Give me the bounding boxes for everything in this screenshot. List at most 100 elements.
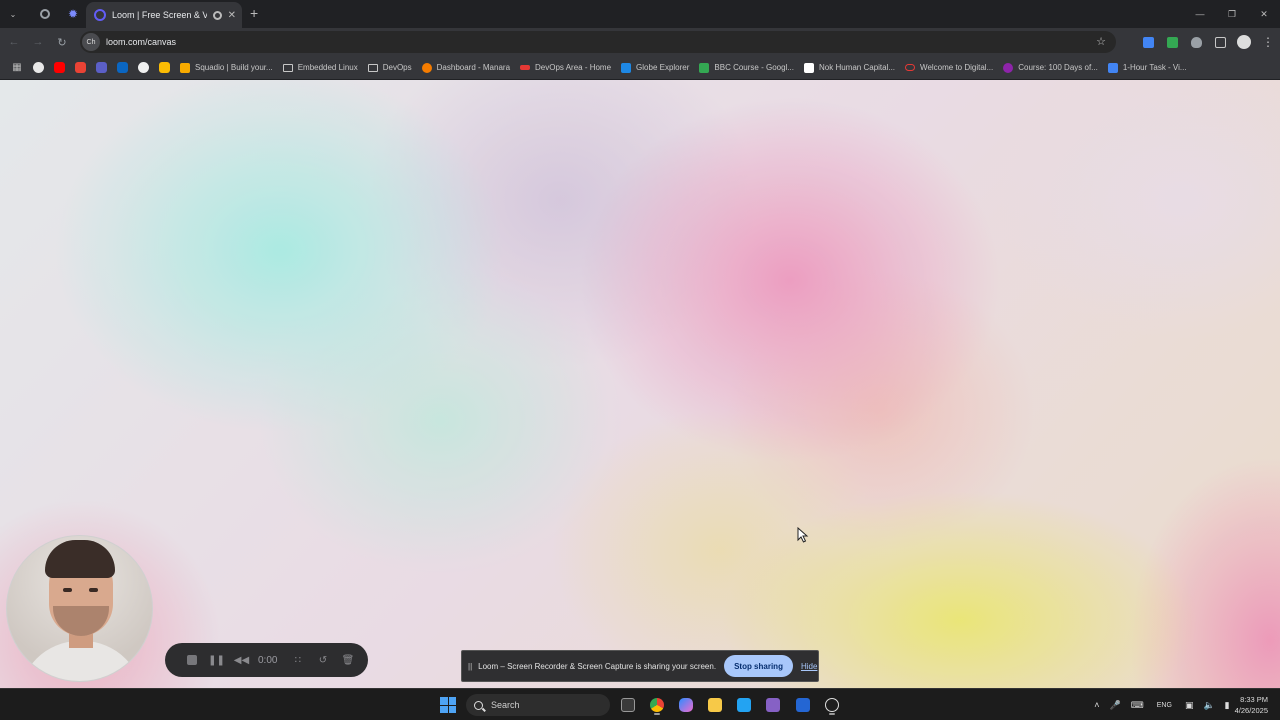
- globe-explorer-icon: [621, 62, 632, 73]
- recording-indicator-icon: [212, 10, 222, 20]
- camera-person-eye: [89, 588, 98, 592]
- linkedin-icon[interactable]: [112, 58, 133, 78]
- pinned-tab-settings[interactable]: ✹: [59, 3, 87, 25]
- chrome-taskbar-icon[interactable]: [646, 694, 668, 716]
- drive-icon[interactable]: [154, 58, 175, 78]
- restart-button[interactable]: ↺: [310, 648, 335, 672]
- tab-search-chevron-icon[interactable]: ⌄: [5, 6, 21, 22]
- github-icon[interactable]: [133, 58, 154, 78]
- battery-icon[interactable]: ▮: [1220, 700, 1235, 711]
- loom-favicon-icon: [94, 9, 106, 21]
- recording-timer: 0:00: [258, 654, 278, 666]
- vscode-icon[interactable]: [733, 694, 755, 716]
- url-text[interactable]: loom.com/canvas: [106, 37, 176, 47]
- delete-button[interactable]: 🗑: [335, 648, 360, 672]
- folder-icon: [282, 63, 293, 72]
- file-explorer-icon[interactable]: [704, 694, 726, 716]
- tab-title: Loom | Free Screen & Video...: [112, 10, 207, 20]
- restore-button[interactable]: ❐: [1216, 0, 1248, 28]
- lens-app-icon[interactable]: [792, 694, 814, 716]
- bookmark-bbc-course[interactable]: BBC Course - Googl...: [694, 58, 799, 78]
- oracle-icon: [905, 64, 916, 71]
- stop-icon: [186, 655, 197, 665]
- drawing-tools-button[interactable]: ∷: [285, 648, 310, 672]
- docs-icon: [1107, 62, 1118, 73]
- pause-button[interactable]: ❚❚: [204, 648, 229, 672]
- address-bar[interactable]: Ch loom.com/canvas ☆: [80, 31, 1116, 53]
- visual-studio-icon[interactable]: [762, 694, 784, 716]
- camera-person-eye: [63, 588, 72, 592]
- bookmark-course-100-days[interactable]: Course: 100 Days of...: [998, 58, 1103, 78]
- loom-canvas[interactable]: [0, 80, 1280, 688]
- folder-icon: [367, 63, 378, 72]
- profile-avatar[interactable]: [1232, 30, 1256, 54]
- start-windows-icon[interactable]: [440, 697, 456, 713]
- copilot-icon[interactable]: [675, 694, 697, 716]
- stop-sharing-button[interactable]: Stop sharing: [724, 655, 793, 677]
- bookmark-1-hour-task[interactable]: 1-Hour Task - Vi...: [1103, 58, 1192, 78]
- extension-green-icon[interactable]: [1160, 30, 1184, 54]
- bookmark-star-icon[interactable]: ☆: [1096, 35, 1106, 48]
- chatgpt-icon[interactable]: [28, 58, 49, 78]
- extension-loom-icon[interactable]: [1136, 30, 1160, 54]
- bookmark-squadio[interactable]: Squadio | Build your...: [175, 58, 278, 78]
- reload-button[interactable]: ↻: [50, 30, 74, 54]
- extension-shield-icon[interactable]: [1184, 30, 1208, 54]
- close-tab-icon[interactable]: ✕: [228, 10, 236, 21]
- new-tab-button[interactable]: +: [250, 6, 258, 20]
- drag-handle-icon[interactable]: ||: [468, 662, 472, 671]
- camera-person-hair: [45, 540, 115, 578]
- teams-icon[interactable]: [91, 58, 112, 78]
- devops-area-icon: [520, 65, 531, 70]
- loom-taskbar-icon[interactable]: [821, 694, 843, 716]
- bookmark-nok-human-capital[interactable]: Nok Human Capital...: [799, 58, 900, 78]
- extensions-puzzle-icon[interactable]: [1208, 30, 1232, 54]
- tab-loom[interactable]: Loom | Free Screen & Video... ✕: [86, 2, 242, 28]
- bookmark-folder-devops[interactable]: DevOps: [363, 58, 417, 78]
- manara-icon: [421, 62, 432, 73]
- search-label: Search: [491, 700, 520, 710]
- forward-button[interactable]: →: [26, 30, 50, 54]
- udemy-icon: [1003, 62, 1014, 73]
- browser-toolbar: ← → ↻ Ch loom.com/canvas ☆ ⋮: [0, 28, 1280, 56]
- show-hidden-icons-chevron-icon[interactable]: ˄: [1089, 700, 1104, 710]
- back-button[interactable]: ←: [2, 30, 26, 54]
- language-indicator[interactable]: ENG: [1149, 702, 1180, 709]
- pinned-tab-record[interactable]: [31, 3, 59, 25]
- task-view-icon[interactable]: [617, 694, 639, 716]
- keyboard-icon[interactable]: ⌨: [1126, 700, 1149, 711]
- microphone-icon[interactable]: 🎤: [1105, 700, 1126, 711]
- gmail-icon[interactable]: [70, 58, 91, 78]
- screen-sharing-notification: || Loom – Screen Recorder & Screen Captu…: [461, 650, 819, 682]
- close-window-button[interactable]: ✕: [1248, 0, 1280, 28]
- display-icon[interactable]: ▣: [1180, 700, 1199, 711]
- grid-icon: ∷: [294, 654, 302, 666]
- rewind-icon: ◀◀: [233, 654, 250, 666]
- camera-bubble[interactable]: [6, 535, 153, 682]
- hide-link[interactable]: Hide: [801, 662, 817, 671]
- restart-icon: ↺: [318, 654, 328, 666]
- taskbar-search[interactable]: Search: [466, 694, 610, 716]
- stop-recording-button[interactable]: [179, 648, 204, 672]
- tab-strip: ⌄ ✹ Loom | Free Screen & Video... ✕ + — …: [0, 0, 1280, 28]
- bookmark-welcome-digital[interactable]: Welcome to Digital...: [900, 58, 998, 78]
- site-info-icon[interactable]: Ch: [82, 33, 100, 51]
- extensions-area: ⋮: [1136, 28, 1280, 56]
- minimize-button[interactable]: —: [1184, 0, 1216, 28]
- drive-icon: [699, 62, 710, 73]
- bookmark-devops-area[interactable]: DevOps Area - Home: [515, 58, 616, 78]
- youtube-icon[interactable]: [49, 58, 70, 78]
- windows-taskbar: Search ˄ 🎤 ⌨ ENG ▣ 🔈 ▮ 8:33 PM 4/26/2025: [0, 688, 1280, 720]
- rewind-button[interactable]: ◀◀: [229, 648, 254, 672]
- sharing-message: Loom – Screen Recorder & Screen Capture …: [478, 661, 717, 671]
- clock[interactable]: 8:33 PM 4/26/2025: [1235, 694, 1280, 716]
- bookmark-folder-embedded-linux[interactable]: Embedded Linux: [278, 58, 363, 78]
- gear-icon: ✹: [67, 7, 79, 21]
- chrome-menu-icon[interactable]: ⋮: [1256, 30, 1280, 54]
- volume-icon[interactable]: 🔈: [1198, 700, 1219, 711]
- bookmark-dashboard-manara[interactable]: Dashboard - Manara: [417, 58, 515, 78]
- apps-grid-icon[interactable]: ▦: [6, 58, 28, 78]
- nok-icon: [804, 62, 814, 73]
- clock-time: 8:33 PM: [1240, 695, 1268, 704]
- bookmark-globe-explorer[interactable]: Globe Explorer: [616, 58, 694, 78]
